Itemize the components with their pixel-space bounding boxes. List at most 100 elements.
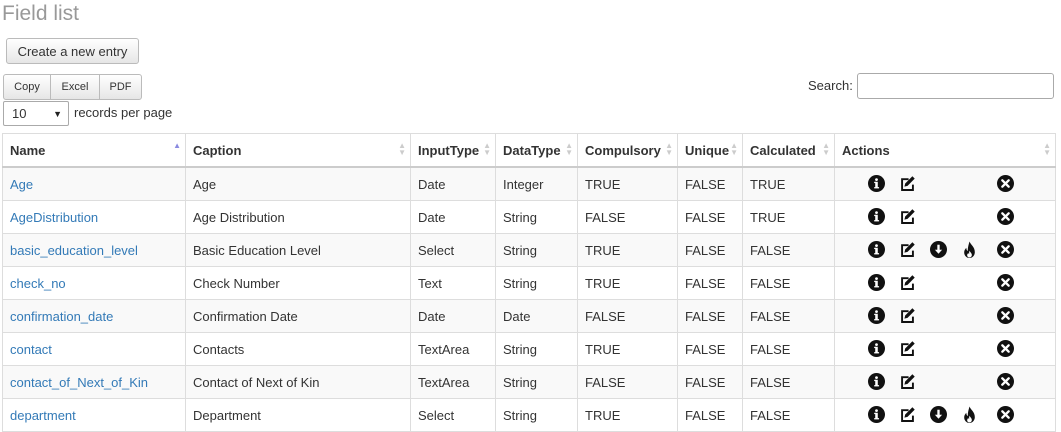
table-row: Age Age Date Integer TRUE FALSE TRUE (2, 166, 1056, 201)
pdf-button[interactable]: PDF (99, 74, 142, 100)
fire-icon[interactable] (961, 406, 978, 423)
cell-name[interactable]: contact (2, 332, 186, 366)
edit-icon[interactable] (899, 373, 916, 390)
cell-actions (834, 332, 1056, 366)
cell-name[interactable]: check_no (2, 266, 186, 300)
cell-comp: TRUE (577, 332, 678, 366)
cell-comp: FALSE (577, 299, 678, 333)
sort-icon: ▲ ▼ (565, 141, 573, 157)
info-icon[interactable] (868, 241, 885, 258)
field-name-link[interactable]: confirmation_date (10, 309, 113, 324)
cell-name[interactable]: basic_education_level (2, 233, 186, 267)
cell-uniq: FALSE (677, 398, 743, 432)
copy-button[interactable]: Copy (3, 74, 51, 100)
delete-icon[interactable] (997, 274, 1014, 291)
cell-dtype: String (495, 233, 578, 267)
cell-comp: TRUE (577, 266, 678, 300)
edit-icon[interactable] (899, 175, 916, 192)
download-icon[interactable] (930, 241, 947, 258)
column-header-compulsory[interactable]: Compulsory ▲ ▼ (577, 133, 678, 168)
page-title: Field list (2, 2, 80, 25)
sort-icon: ▲ ▼ (665, 141, 673, 157)
cell-name[interactable]: Age (2, 166, 186, 201)
cell-calc: TRUE (742, 200, 835, 234)
cell-input: TextArea (410, 365, 496, 399)
info-icon[interactable] (868, 274, 885, 291)
edit-icon[interactable] (899, 340, 916, 357)
edit-icon[interactable] (899, 241, 916, 258)
cell-actions (834, 200, 1056, 234)
table-row: contact_of_Next_of_Kin Contact of Next of… (2, 365, 1056, 399)
records-per-page-select[interactable]: 10 ▼ (3, 101, 69, 126)
info-icon[interactable] (868, 406, 885, 423)
delete-icon[interactable] (997, 373, 1014, 390)
column-header-caption[interactable]: Caption ▲ ▼ (185, 133, 411, 168)
cell-calc: TRUE (742, 166, 835, 201)
fire-icon[interactable] (961, 241, 978, 258)
cell-uniq: FALSE (677, 266, 743, 300)
cell-input: Select (410, 398, 496, 432)
info-icon[interactable] (868, 208, 885, 225)
cell-dtype: String (495, 200, 578, 234)
cell-uniq: FALSE (677, 299, 743, 333)
records-per-page-value: 10 (12, 106, 27, 121)
column-header-inputtype[interactable]: InputType ▲ ▼ (410, 133, 496, 168)
cell-input: Select (410, 233, 496, 267)
table-header-row: Name ▲ Caption ▲ ▼ InputType ▲ ▼ DataType ▲ ▼ C… (2, 133, 1056, 168)
delete-icon[interactable] (997, 340, 1014, 357)
edit-icon[interactable] (899, 406, 916, 423)
cell-caption: Contacts (185, 332, 411, 366)
delete-icon[interactable] (997, 175, 1014, 192)
column-header-calculated[interactable]: Calculated ▲ ▼ (742, 133, 835, 168)
cell-name[interactable]: AgeDistribution (2, 200, 186, 234)
cell-name[interactable]: contact_of_Next_of_Kin (2, 365, 186, 399)
info-icon[interactable] (868, 340, 885, 357)
cell-calc: FALSE (742, 398, 835, 432)
cell-dtype: String (495, 398, 578, 432)
cell-name[interactable]: confirmation_date (2, 299, 186, 333)
download-icon[interactable] (930, 406, 947, 423)
cell-caption: Basic Education Level (185, 233, 411, 267)
field-name-link[interactable]: AgeDistribution (10, 210, 98, 225)
table-row: basic_education_level Basic Education Lev… (2, 233, 1056, 267)
cell-comp: TRUE (577, 398, 678, 432)
field-name-link[interactable]: department (10, 408, 76, 423)
cell-caption: Contact of Next of Kin (185, 365, 411, 399)
delete-icon[interactable] (997, 208, 1014, 225)
cell-caption: Department (185, 398, 411, 432)
cell-name[interactable]: department (2, 398, 186, 432)
table-row: AgeDistribution Age Distribution Date Strin… (2, 200, 1056, 234)
create-entry-button[interactable]: Create a new entry (6, 38, 139, 64)
column-header-name[interactable]: Name ▲ (2, 133, 186, 168)
sort-icon: ▲ ▼ (730, 141, 738, 157)
cell-input: Date (410, 299, 496, 333)
table-row: contact Contacts TextArea String TRUE FALSE FA… (2, 332, 1056, 366)
delete-icon[interactable] (997, 241, 1014, 258)
edit-icon[interactable] (899, 307, 916, 324)
info-icon[interactable] (868, 307, 885, 324)
field-name-link[interactable]: Age (10, 177, 33, 192)
cell-comp: FALSE (577, 365, 678, 399)
edit-icon[interactable] (899, 208, 916, 225)
info-icon[interactable] (868, 373, 885, 390)
column-header-datatype[interactable]: DataType ▲ ▼ (495, 133, 578, 168)
delete-icon[interactable] (997, 307, 1014, 324)
table-row: check_no Check Number Text String TRUE FALSE F… (2, 266, 1056, 300)
column-header-actions[interactable]: Actions ▲ ▼ (834, 133, 1056, 168)
field-name-link[interactable]: check_no (10, 276, 66, 291)
field-name-link[interactable]: basic_education_level (10, 243, 138, 258)
cell-dtype: Integer (495, 166, 578, 201)
delete-icon[interactable] (997, 406, 1014, 423)
cell-calc: FALSE (742, 365, 835, 399)
excel-button[interactable]: Excel (50, 74, 100, 100)
cell-comp: TRUE (577, 166, 678, 201)
field-name-link[interactable]: contact_of_Next_of_Kin (10, 375, 148, 390)
edit-icon[interactable] (899, 274, 916, 291)
info-icon[interactable] (868, 175, 885, 192)
search-input[interactable] (857, 73, 1054, 99)
field-name-link[interactable]: contact (10, 342, 52, 357)
column-header-unique[interactable]: Unique ▲ ▼ (677, 133, 743, 168)
sort-icon: ▲ ▼ (398, 141, 406, 157)
search-label: Search: (808, 78, 853, 93)
cell-input: TextArea (410, 332, 496, 366)
